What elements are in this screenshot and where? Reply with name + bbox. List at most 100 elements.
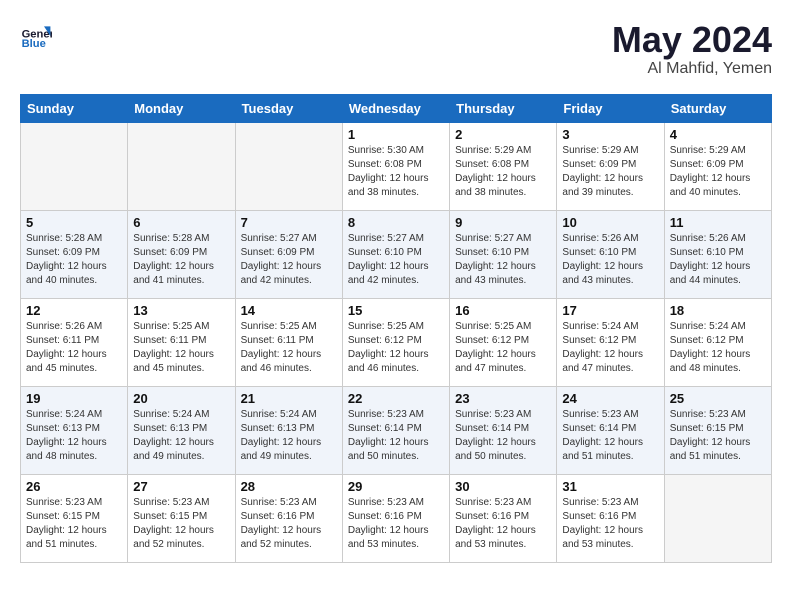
- day-info: Sunrise: 5:29 AM Sunset: 6:08 PM Dayligh…: [455, 144, 551, 200]
- day-info: Sunrise: 5:26 AM Sunset: 6:10 PM Dayligh…: [562, 232, 658, 288]
- day-info: Sunrise: 5:24 AM Sunset: 6:13 PM Dayligh…: [133, 408, 229, 464]
- day-number: 26: [26, 479, 122, 494]
- day-info: Sunrise: 5:23 AM Sunset: 6:16 PM Dayligh…: [455, 496, 551, 552]
- calendar-cell: 7 Sunrise: 5:27 AM Sunset: 6:09 PM Daylig…: [235, 210, 342, 298]
- day-number: 24: [562, 391, 658, 406]
- day-number: 11: [670, 215, 766, 230]
- day-number: 31: [562, 479, 658, 494]
- calendar-cell: 4Sunrise: 5:29 AM Sunset: 6:09 PM Daylig…: [664, 122, 771, 210]
- calendar-cell: 30 Sunrise: 5:23 AM Sunset: 6:16 PM Dayli…: [450, 474, 557, 562]
- day-number: 28: [241, 479, 337, 494]
- day-info: Sunrise: 5:24 AM Sunset: 6:12 PM Dayligh…: [562, 320, 658, 376]
- weekday-saturday: Saturday: [664, 94, 771, 122]
- day-info: Sunrise: 5:23 AM Sunset: 6:15 PM Dayligh…: [26, 496, 122, 552]
- day-info: Sunrise: 5:24 AM Sunset: 6:13 PM Dayligh…: [241, 408, 337, 464]
- weekday-tuesday: Tuesday: [235, 94, 342, 122]
- logo: General Blue: [20, 20, 52, 52]
- day-number: 3: [562, 127, 658, 142]
- calendar-cell: 3 Sunrise: 5:29 AM Sunset: 6:09 PM Daylig…: [557, 122, 664, 210]
- day-number: 6: [133, 215, 229, 230]
- calendar-week-4: 19Sunrise: 5:24 AM Sunset: 6:13 PM Dayli…: [21, 386, 772, 474]
- calendar-cell: 10 Sunrise: 5:26 AM Sunset: 6:10 PM Dayli…: [557, 210, 664, 298]
- calendar-cell: [128, 122, 235, 210]
- day-info: Sunrise: 5:27 AM Sunset: 6:10 PM Dayligh…: [348, 232, 444, 288]
- calendar-cell: 31 Sunrise: 5:23 AM Sunset: 6:16 PM Dayli…: [557, 474, 664, 562]
- calendar-cell: 17 Sunrise: 5:24 AM Sunset: 6:12 PM Dayli…: [557, 298, 664, 386]
- calendar-cell: 22Sunrise: 5:23 AM Sunset: 6:14 PM Dayli…: [342, 386, 449, 474]
- calendar-cell: 21 Sunrise: 5:24 AM Sunset: 6:13 PM Dayli…: [235, 386, 342, 474]
- day-number: 30: [455, 479, 551, 494]
- calendar-cell: 5 Sunrise: 5:28 AM Sunset: 6:09 PM Daylig…: [21, 210, 128, 298]
- weekday-header-row: SundayMondayTuesdayWednesdayThursdayFrid…: [21, 94, 772, 122]
- calendar-cell: 15Sunrise: 5:25 AM Sunset: 6:12 PM Dayli…: [342, 298, 449, 386]
- weekday-wednesday: Wednesday: [342, 94, 449, 122]
- day-number: 17: [562, 303, 658, 318]
- day-number: 21: [241, 391, 337, 406]
- page-header: General Blue May 2024 Al Mahfid, Yemen: [20, 20, 772, 78]
- day-number: 15: [348, 303, 444, 318]
- calendar-body: 1Sunrise: 5:30 AM Sunset: 6:08 PM Daylig…: [21, 122, 772, 562]
- day-info: Sunrise: 5:26 AM Sunset: 6:11 PM Dayligh…: [26, 320, 122, 376]
- day-info: Sunrise: 5:23 AM Sunset: 6:15 PM Dayligh…: [670, 408, 766, 464]
- day-info: Sunrise: 5:27 AM Sunset: 6:09 PM Dayligh…: [241, 232, 337, 288]
- day-number: 2: [455, 127, 551, 142]
- calendar-cell: 26 Sunrise: 5:23 AM Sunset: 6:15 PM Dayli…: [21, 474, 128, 562]
- day-info: Sunrise: 5:23 AM Sunset: 6:16 PM Dayligh…: [562, 496, 658, 552]
- weekday-sunday: Sunday: [21, 94, 128, 122]
- calendar-cell: 6 Sunrise: 5:28 AM Sunset: 6:09 PM Daylig…: [128, 210, 235, 298]
- svg-text:Blue: Blue: [22, 38, 46, 50]
- day-number: 7: [241, 215, 337, 230]
- day-number: 20: [133, 391, 229, 406]
- calendar-cell: 29Sunrise: 5:23 AM Sunset: 6:16 PM Dayli…: [342, 474, 449, 562]
- calendar-cell: 8Sunrise: 5:27 AM Sunset: 6:10 PM Daylig…: [342, 210, 449, 298]
- calendar-cell: 23 Sunrise: 5:23 AM Sunset: 6:14 PM Dayli…: [450, 386, 557, 474]
- day-info: Sunrise: 5:25 AM Sunset: 6:11 PM Dayligh…: [241, 320, 337, 376]
- day-info: Sunrise: 5:28 AM Sunset: 6:09 PM Dayligh…: [26, 232, 122, 288]
- calendar-cell: 14 Sunrise: 5:25 AM Sunset: 6:11 PM Dayli…: [235, 298, 342, 386]
- day-number: 27: [133, 479, 229, 494]
- calendar-cell: 19Sunrise: 5:24 AM Sunset: 6:13 PM Dayli…: [21, 386, 128, 474]
- calendar-cell: 2 Sunrise: 5:29 AM Sunset: 6:08 PM Daylig…: [450, 122, 557, 210]
- day-info: Sunrise: 5:24 AM Sunset: 6:13 PM Dayligh…: [26, 408, 122, 464]
- calendar-week-2: 5 Sunrise: 5:28 AM Sunset: 6:09 PM Daylig…: [21, 210, 772, 298]
- day-number: 13: [133, 303, 229, 318]
- calendar-week-5: 26 Sunrise: 5:23 AM Sunset: 6:15 PM Dayli…: [21, 474, 772, 562]
- calendar-cell: 20 Sunrise: 5:24 AM Sunset: 6:13 PM Dayli…: [128, 386, 235, 474]
- calendar-table: SundayMondayTuesdayWednesdayThursdayFrid…: [20, 94, 772, 563]
- calendar-cell: 13 Sunrise: 5:25 AM Sunset: 6:11 PM Dayli…: [128, 298, 235, 386]
- day-number: 25: [670, 391, 766, 406]
- day-info: Sunrise: 5:23 AM Sunset: 6:16 PM Dayligh…: [348, 496, 444, 552]
- day-number: 23: [455, 391, 551, 406]
- calendar-cell: 11Sunrise: 5:26 AM Sunset: 6:10 PM Dayli…: [664, 210, 771, 298]
- weekday-friday: Friday: [557, 94, 664, 122]
- title-block: May 2024 Al Mahfid, Yemen: [612, 20, 772, 78]
- logo-icon: General Blue: [20, 20, 52, 52]
- day-info: Sunrise: 5:23 AM Sunset: 6:14 PM Dayligh…: [562, 408, 658, 464]
- day-info: Sunrise: 5:30 AM Sunset: 6:08 PM Dayligh…: [348, 144, 444, 200]
- day-info: Sunrise: 5:28 AM Sunset: 6:09 PM Dayligh…: [133, 232, 229, 288]
- calendar-cell: 1Sunrise: 5:30 AM Sunset: 6:08 PM Daylig…: [342, 122, 449, 210]
- calendar-cell: 24 Sunrise: 5:23 AM Sunset: 6:14 PM Dayli…: [557, 386, 664, 474]
- calendar-cell: [21, 122, 128, 210]
- day-info: Sunrise: 5:23 AM Sunset: 6:14 PM Dayligh…: [348, 408, 444, 464]
- day-number: 4: [670, 127, 766, 142]
- weekday-thursday: Thursday: [450, 94, 557, 122]
- day-number: 10: [562, 215, 658, 230]
- calendar-cell: [235, 122, 342, 210]
- day-info: Sunrise: 5:24 AM Sunset: 6:12 PM Dayligh…: [670, 320, 766, 376]
- day-info: Sunrise: 5:29 AM Sunset: 6:09 PM Dayligh…: [562, 144, 658, 200]
- day-number: 9: [455, 215, 551, 230]
- day-number: 12: [26, 303, 122, 318]
- calendar-week-1: 1Sunrise: 5:30 AM Sunset: 6:08 PM Daylig…: [21, 122, 772, 210]
- calendar-week-3: 12 Sunrise: 5:26 AM Sunset: 6:11 PM Dayli…: [21, 298, 772, 386]
- day-info: Sunrise: 5:27 AM Sunset: 6:10 PM Dayligh…: [455, 232, 551, 288]
- day-number: 5: [26, 215, 122, 230]
- calendar-cell: 25 Sunrise: 5:23 AM Sunset: 6:15 PM Dayli…: [664, 386, 771, 474]
- day-info: Sunrise: 5:23 AM Sunset: 6:14 PM Dayligh…: [455, 408, 551, 464]
- day-number: 18: [670, 303, 766, 318]
- day-number: 16: [455, 303, 551, 318]
- day-number: 14: [241, 303, 337, 318]
- day-info: Sunrise: 5:23 AM Sunset: 6:15 PM Dayligh…: [133, 496, 229, 552]
- day-info: Sunrise: 5:25 AM Sunset: 6:11 PM Dayligh…: [133, 320, 229, 376]
- calendar-cell: 12 Sunrise: 5:26 AM Sunset: 6:11 PM Dayli…: [21, 298, 128, 386]
